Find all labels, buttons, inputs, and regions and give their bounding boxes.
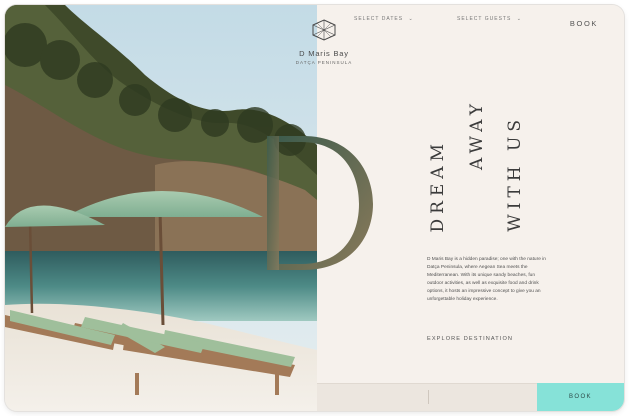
hero-line-3: WITH US xyxy=(505,115,525,232)
d-monogram xyxy=(267,136,373,270)
divider xyxy=(428,390,429,404)
brand-logo[interactable]: D Maris Bay DATÇA PENINSULA xyxy=(287,19,361,65)
chevron-down-icon: ⌄ xyxy=(408,16,414,22)
select-dates-label: SELECT DATES xyxy=(354,16,404,22)
description-text: D Maris Bay is a hidden paradise; one wi… xyxy=(427,257,546,303)
app-window: D Maris Bay DATÇA PENINSULA BOOK DREAM A… xyxy=(5,5,624,411)
hero-line-1: DREAM xyxy=(428,139,448,233)
brand-name: D Maris Bay xyxy=(299,49,349,58)
select-guests-label: SELECT GUESTS xyxy=(457,16,512,22)
hero-line-2: AWAY xyxy=(467,99,487,171)
book-button[interactable]: BOOK xyxy=(537,383,624,411)
cube-logo-icon xyxy=(312,19,336,41)
explore-destination-link[interactable]: EXPLORE DESTINATION xyxy=(427,336,513,342)
brand-subtitle: DATÇA PENINSULA xyxy=(295,60,353,65)
select-guests-dropdown[interactable]: SELECT GUESTS ⌄ xyxy=(457,5,522,33)
select-dates-dropdown[interactable]: SELECT DATES ⌄ xyxy=(354,5,414,33)
chevron-down-icon: ⌄ xyxy=(516,16,522,22)
book-link[interactable]: BOOK xyxy=(570,19,598,28)
